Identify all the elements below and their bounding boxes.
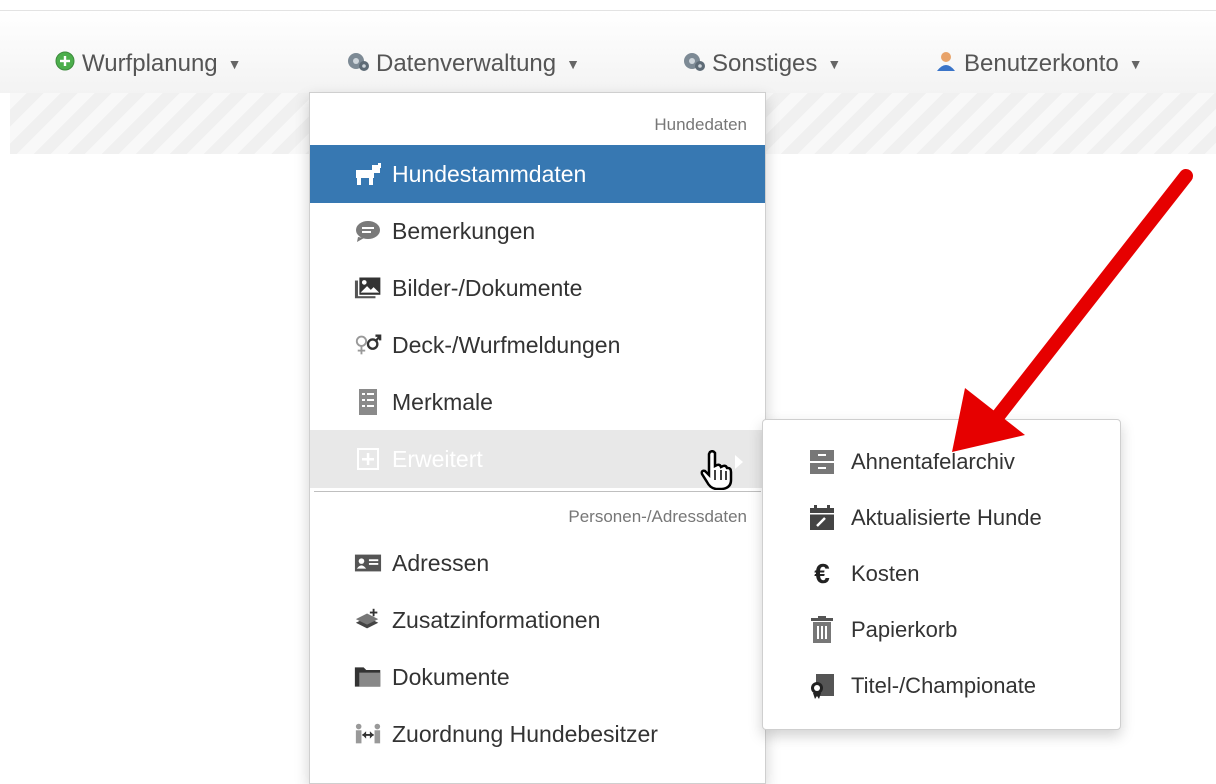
nav-label: Wurfplanung xyxy=(82,50,218,77)
menu-item-deck-wurfmeldungen[interactable]: Deck-/Wurfmeldungen xyxy=(310,316,765,374)
submenu-item-titel-championate[interactable]: Titel-/Championate xyxy=(763,658,1120,714)
submenu-item-label: Papierkorb xyxy=(851,617,958,642)
gears-icon xyxy=(680,49,706,80)
nav-wurfplanung[interactable]: Wurfplanung ▼ xyxy=(54,49,242,79)
folder-icon xyxy=(354,663,382,691)
nav-label: Sonstiges xyxy=(712,50,818,77)
menu-item-dokumente[interactable]: Dokumente xyxy=(310,648,765,706)
chevron-down-icon: ▼ xyxy=(566,56,580,72)
chevron-down-icon: ▼ xyxy=(1128,56,1143,72)
menu-item-bemerkungen[interactable]: Bemerkungen xyxy=(310,202,765,260)
comment-icon xyxy=(354,217,382,245)
menu-item-label: Zuordnung Hundebesitzer xyxy=(392,720,658,747)
menu-item-zuordnung-hundebesitzer[interactable]: Zuordnung Hundebesitzer xyxy=(310,705,765,763)
submenu-item-label: Titel-/Championate xyxy=(851,673,1037,698)
dog-icon xyxy=(354,160,382,188)
nav-datenverwaltung[interactable]: Datenverwaltung ▼ xyxy=(344,49,580,79)
gears-icon xyxy=(344,49,370,80)
plus-square-icon xyxy=(354,445,382,473)
menu-item-label: Bilder-/Dokumente xyxy=(392,274,583,301)
menu-divider xyxy=(314,491,761,492)
datenverwaltung-dropdown: Hundedaten Hundestammdaten Bemerkungen B… xyxy=(309,92,766,784)
menu-item-label: Dokumente xyxy=(392,663,510,690)
submenu-item-kosten[interactable]: € Kosten xyxy=(763,546,1120,602)
menu-item-erweitert[interactable]: Erweitert xyxy=(310,430,765,488)
menu-item-bilder-dokumente[interactable]: Bilder-/Dokumente xyxy=(310,259,765,317)
section-header-hundedaten: Hundedaten xyxy=(654,115,747,134)
submenu-caret-icon xyxy=(734,449,744,476)
link-people-icon xyxy=(354,720,382,748)
menu-item-hundestammdaten[interactable]: Hundestammdaten xyxy=(310,145,765,203)
list-icon xyxy=(354,388,382,416)
nav-label: Datenverwaltung xyxy=(376,50,557,77)
address-card-icon xyxy=(354,549,382,577)
certificate-icon xyxy=(807,671,837,701)
plus-circle-icon xyxy=(54,50,76,79)
section-header-personen: Personen-/Adressdaten xyxy=(568,507,747,526)
submenu-item-ahnentafelarchiv[interactable]: Ahnentafelarchiv xyxy=(763,434,1120,490)
menu-item-label: Erweitert xyxy=(392,445,483,472)
trash-icon xyxy=(807,615,837,645)
hand-cursor-icon xyxy=(700,449,734,495)
user-icon xyxy=(934,49,958,80)
chevron-down-icon: ▼ xyxy=(827,56,842,72)
nav-label: Benutzerkonto xyxy=(964,50,1119,77)
menu-item-label: Zusatzinformationen xyxy=(392,606,601,633)
picture-icon xyxy=(354,274,382,302)
gender-icon xyxy=(354,331,382,359)
menu-item-zusatzinformationen[interactable]: Zusatzinformationen xyxy=(310,591,765,649)
chevron-down-icon: ▼ xyxy=(227,56,242,72)
nav-sonstiges[interactable]: Sonstiges ▼ xyxy=(680,49,841,79)
menu-item-adressen[interactable]: Adressen xyxy=(310,534,765,592)
submenu-item-aktualisierte-hunde[interactable]: Aktualisierte Hunde xyxy=(763,490,1120,546)
submenu-item-label: Kosten xyxy=(851,561,920,586)
menu-item-label: Adressen xyxy=(392,549,490,576)
submenu-item-papierkorb[interactable]: Papierkorb xyxy=(763,602,1120,658)
euro-icon: € xyxy=(814,558,830,589)
menu-item-label: Merkmale xyxy=(392,388,493,415)
menu-item-label: Bemerkungen xyxy=(392,217,536,244)
submenu-item-label: Ahnentafelarchiv xyxy=(851,449,1015,474)
submenu-item-label: Aktualisierte Hunde xyxy=(851,505,1042,530)
navbar: Wurfplanung ▼ Datenverwaltung ▼ Sonstige… xyxy=(0,11,1216,93)
erweitert-submenu: Ahnentafelarchiv Aktualisierte Hunde € K… xyxy=(762,419,1121,730)
menu-item-label: Deck-/Wurfmeldungen xyxy=(392,331,621,358)
nav-benutzerkonto[interactable]: Benutzerkonto ▼ xyxy=(934,49,1143,79)
menu-item-merkmale[interactable]: Merkmale xyxy=(310,373,765,431)
archive-icon xyxy=(807,447,837,477)
calendar-edit-icon xyxy=(807,503,837,533)
menu-item-label: Hundestammdaten xyxy=(392,160,587,187)
layers-plus-icon xyxy=(354,606,382,634)
